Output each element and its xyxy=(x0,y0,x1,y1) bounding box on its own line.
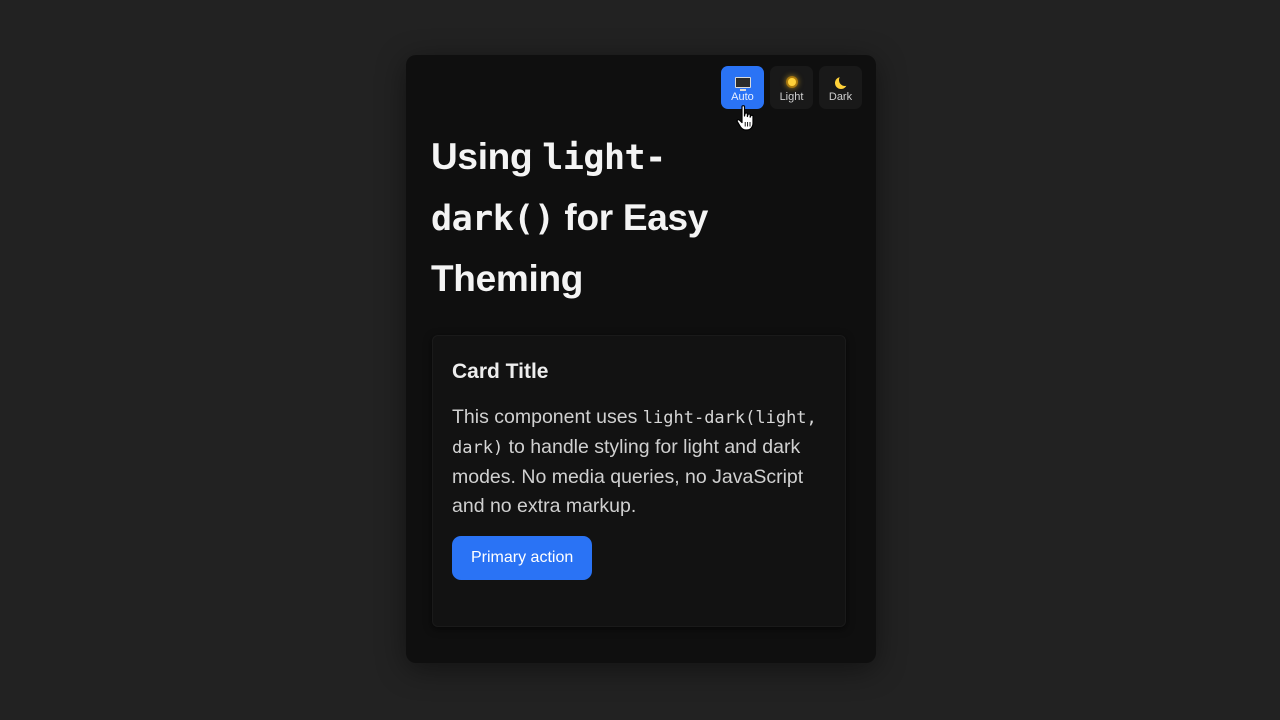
theme-auto-label: Auto xyxy=(731,91,754,103)
demo-panel: Auto Light Dark Using light-dark() for E… xyxy=(406,55,876,663)
theme-switcher: Auto Light Dark xyxy=(721,66,862,109)
moon-icon xyxy=(835,74,847,90)
page-title: Using light-dark() for Easy Theming xyxy=(431,127,761,308)
theme-dark-label: Dark xyxy=(828,91,853,103)
title-prefix: Using xyxy=(431,136,533,177)
card-body-after: to handle styling for light and dark mod… xyxy=(452,436,804,517)
monitor-icon xyxy=(734,74,751,91)
card-title: Card Title xyxy=(452,360,549,383)
theme-light-label: Light xyxy=(779,91,804,103)
sun-icon xyxy=(787,74,796,90)
card-body-before: This component uses xyxy=(452,406,638,428)
demo-card: Card Title This component uses light-dar… xyxy=(432,335,846,627)
theme-auto-button[interactable]: Auto xyxy=(721,66,764,109)
theme-dark-button[interactable]: Dark xyxy=(819,66,862,109)
theme-light-button[interactable]: Light xyxy=(770,66,813,109)
card-body: This component uses light-dark(light, da… xyxy=(452,403,822,521)
primary-action-button[interactable]: Primary action xyxy=(452,536,593,580)
